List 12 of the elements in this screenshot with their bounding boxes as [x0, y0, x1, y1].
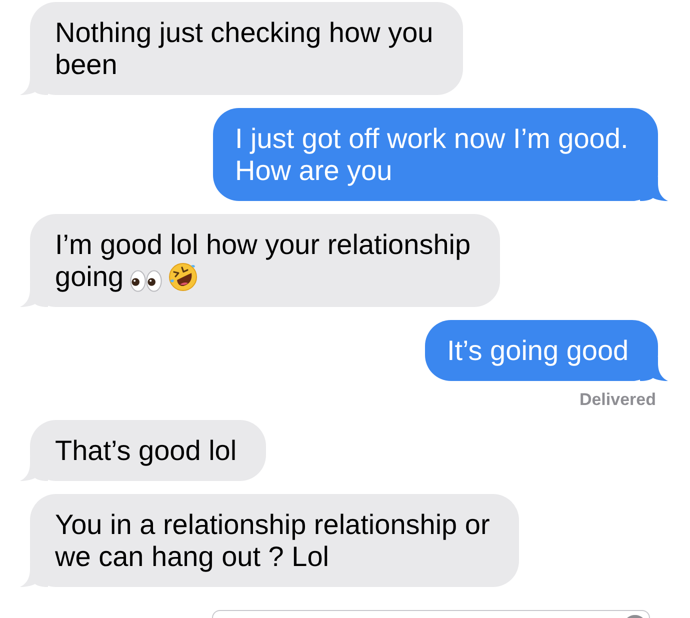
message-text: I just got off work now I’m good. How are you — [235, 122, 628, 186]
message-text: It’s going good — [447, 334, 629, 366]
message-text: You in a relationship relationship or we can hang out ? Lol — [55, 508, 490, 572]
bubble-tail — [640, 177, 668, 201]
round-button-icon[interactable] — [627, 615, 643, 618]
laughing-face-emoji-icon — [168, 262, 198, 292]
message-text: Nothing just checking how you been — [55, 16, 434, 80]
message-input-field[interactable] — [212, 610, 650, 618]
delivery-status: Delivered — [579, 390, 656, 410]
bubble-tail — [640, 357, 668, 381]
eyes-emoji-icon — [130, 270, 162, 292]
message-text: That’s good lol — [55, 434, 237, 466]
